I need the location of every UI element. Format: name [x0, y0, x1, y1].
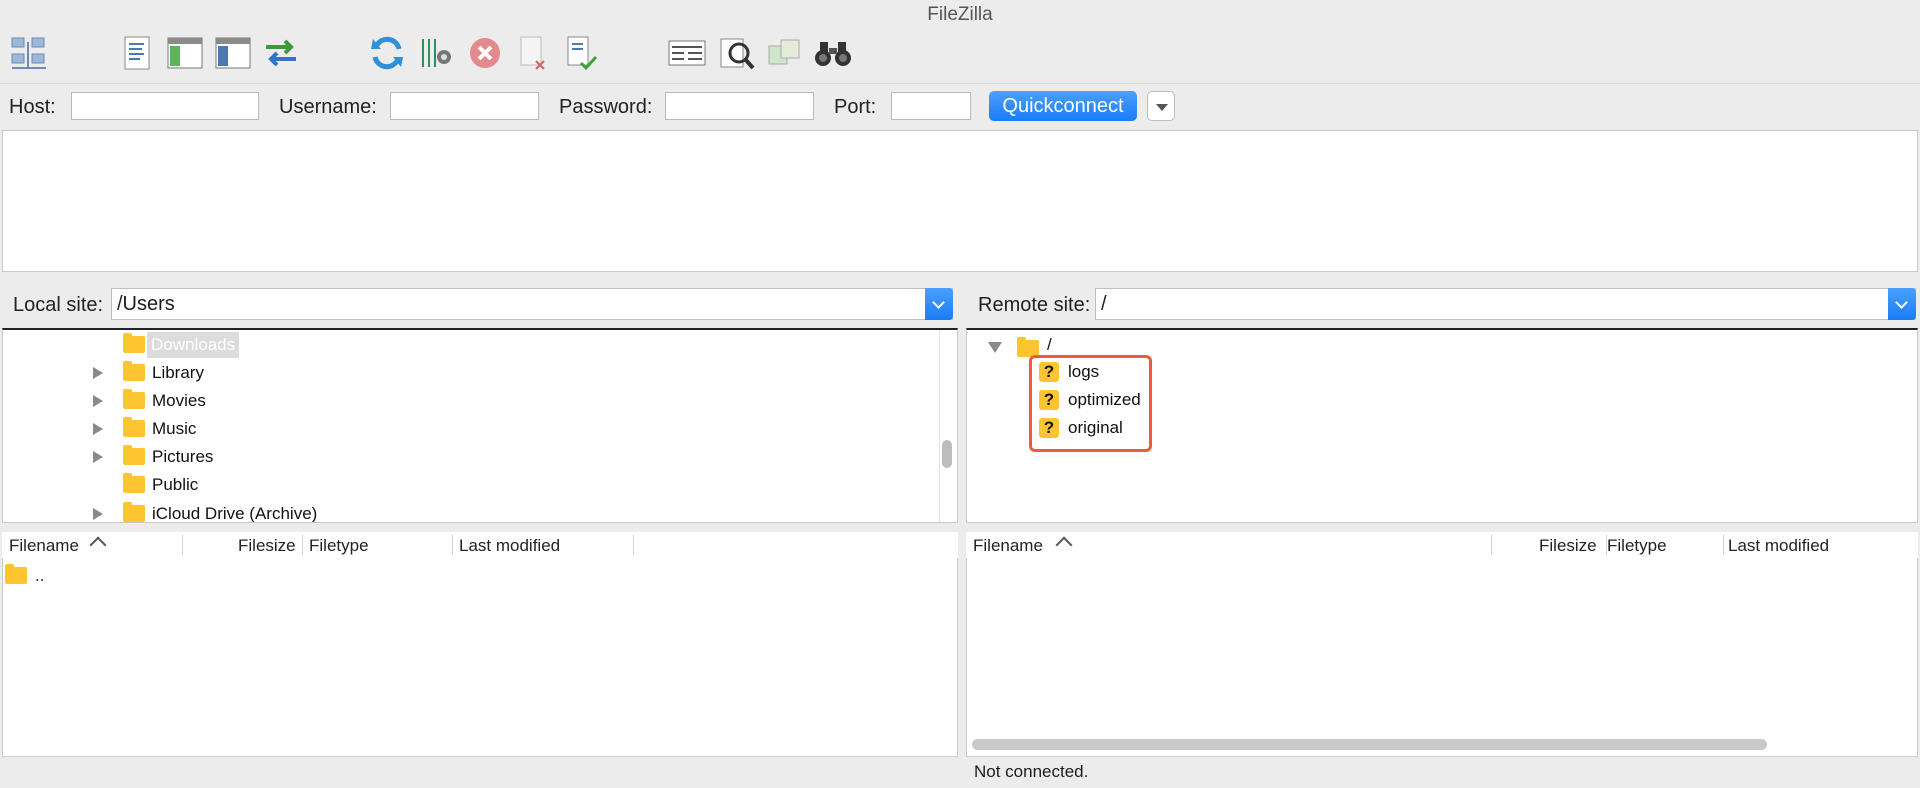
collapse-arrow-icon[interactable] [988, 342, 1002, 353]
folder-icon [123, 473, 145, 493]
remote-site-path-text: / [1101, 293, 1107, 315]
folder-icon [123, 333, 145, 353]
local-site-path-text: /Users [117, 293, 175, 315]
local-tree-icon[interactable] [164, 33, 206, 73]
quickconnect-button[interactable]: Quickconnect [989, 91, 1137, 121]
username-input[interactable] [390, 92, 539, 120]
highlight-box [1029, 355, 1152, 452]
col-filename[interactable]: Filename [9, 536, 79, 556]
tree-item-label: Movies [152, 391, 206, 410]
message-log[interactable] [2, 130, 1918, 272]
col-filename[interactable]: Filename [973, 536, 1043, 556]
remote-list-hscrollbar[interactable] [972, 739, 1767, 750]
tree-item-label: Public [152, 475, 199, 494]
col-last-modified[interactable]: Last modified [1728, 536, 1829, 556]
password-input[interactable] [665, 92, 814, 120]
sync-browsing-icon[interactable] [764, 33, 806, 73]
table-row[interactable]: .. [3, 562, 957, 588]
remote-site-path[interactable]: / [1095, 288, 1916, 320]
local-list-header: Filename Filesize Filetype Last modified [2, 532, 958, 559]
local-site-dropdown-icon[interactable] [925, 288, 953, 320]
cancel-icon[interactable] [464, 33, 506, 73]
local-tree[interactable]: Downloads Library Movies Music Pictures … [2, 328, 958, 523]
local-site-bar: Local site: /Users [2, 280, 958, 328]
folder-icon [123, 502, 145, 522]
remote-list-header: Filename Filesize Filetype Last modified [966, 532, 1918, 559]
col-last-modified[interactable]: Last modified [459, 536, 560, 556]
sort-ascending-icon [1055, 536, 1073, 554]
port-input[interactable] [891, 92, 971, 120]
remote-site-label: Remote site: [978, 294, 1091, 316]
expand-arrow-icon[interactable] [93, 508, 103, 520]
filter-icon[interactable] [666, 33, 708, 73]
message-log-icon[interactable] [116, 33, 158, 73]
local-tree-scrollbar[interactable] [942, 440, 952, 468]
host-input[interactable] [71, 92, 259, 120]
folder-icon [123, 445, 145, 465]
tree-item-label: Pictures [152, 447, 214, 466]
binoculars-icon[interactable] [812, 33, 854, 73]
remote-tree-icon[interactable] [212, 33, 254, 73]
remote-site-dropdown-icon[interactable] [1888, 288, 1916, 320]
local-site-path[interactable]: /Users [111, 288, 953, 320]
username-label: Username: [279, 96, 377, 118]
tree-scrollbar-track [939, 330, 940, 522]
transfer-queue-icon[interactable] [260, 33, 302, 73]
quickconnect-bar: Host: Username: Password: Port: Quickcon… [0, 83, 1920, 130]
site-manager-icon[interactable] [8, 33, 50, 73]
local-status-bar [2, 756, 958, 787]
col-filesize[interactable]: Filesize [238, 536, 296, 556]
reconnect-icon[interactable] [560, 33, 602, 73]
col-filesize[interactable]: Filesize [1539, 536, 1597, 556]
filename-filter-icon[interactable] [716, 33, 758, 73]
col-filetype[interactable]: Filetype [1607, 536, 1667, 556]
quickconnect-history-dropdown[interactable] [1147, 91, 1175, 121]
tree-item-label: Library [152, 363, 204, 382]
col-filetype[interactable]: Filetype [309, 536, 369, 556]
remote-status-bar: Not connected. [966, 756, 1918, 787]
refresh-icon[interactable] [366, 33, 408, 73]
expand-arrow-icon[interactable] [93, 423, 103, 435]
folder-icon [123, 361, 145, 381]
expand-arrow-icon[interactable] [93, 395, 103, 407]
tree-item-label: iCloud Drive (Archive) [152, 504, 318, 523]
remote-site-bar: Remote site: / [966, 280, 1918, 328]
local-file-list[interactable]: .. [2, 558, 958, 756]
process-queue-icon[interactable] [414, 33, 456, 73]
folder-icon [123, 417, 145, 437]
expand-arrow-icon[interactable] [93, 451, 103, 463]
folder-icon [5, 564, 27, 584]
tree-item-label: Downloads [147, 332, 240, 358]
toolbar [0, 24, 1920, 82]
folder-icon [123, 389, 145, 409]
expand-arrow-icon[interactable] [93, 367, 103, 379]
password-label: Password: [559, 96, 653, 118]
port-label: Port: [834, 96, 877, 118]
host-label: Host: [9, 96, 56, 118]
remote-file-list[interactable] [966, 558, 1918, 756]
sort-ascending-icon [89, 536, 107, 554]
tree-item-label: Music [152, 419, 197, 438]
connection-status: Not connected. [974, 762, 1089, 781]
local-site-label: Local site: [13, 294, 104, 316]
file-name: .. [35, 566, 45, 585]
disconnect-icon[interactable] [512, 33, 554, 73]
